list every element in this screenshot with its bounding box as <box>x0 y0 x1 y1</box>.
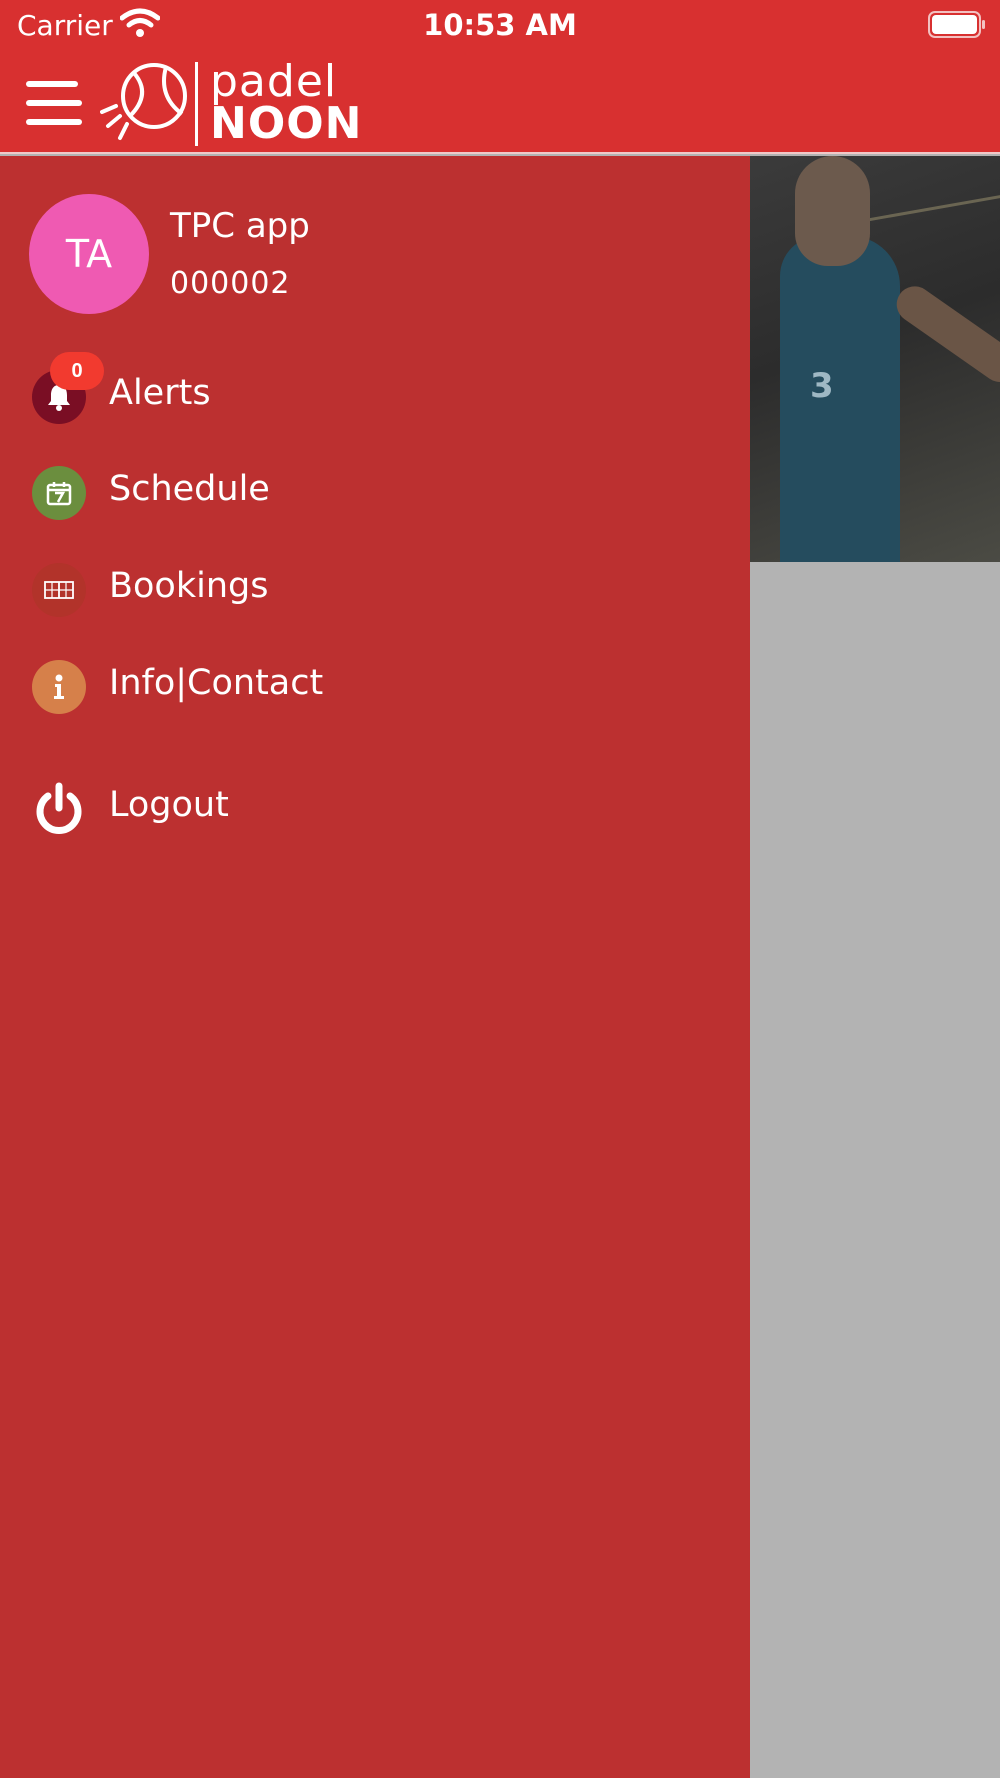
jersey-number: 3 <box>810 366 834 406</box>
padel-noon-logo: padel NOON <box>100 56 380 150</box>
menu-item-alerts[interactable]: 0 Alerts <box>0 352 750 437</box>
tennis-ball-icon <box>100 63 187 140</box>
calendar-icon <box>32 466 86 520</box>
alerts-count-badge: 0 <box>50 352 104 390</box>
menu-item-label: Alerts <box>109 373 211 413</box>
court-icon <box>32 563 86 617</box>
logo-divider <box>195 62 198 146</box>
avatar-initials: TA <box>65 232 113 276</box>
player-head <box>795 156 870 266</box>
side-drawer: TA TPC app 000002 0 Alerts Schedule Book… <box>0 156 750 1778</box>
avatar[interactable]: TA <box>29 194 149 314</box>
menu-line-icon <box>26 119 82 125</box>
status-time: 10:53 AM <box>423 8 577 42</box>
menu-item-bookings[interactable]: Bookings <box>0 550 750 630</box>
battery-icon <box>928 11 985 38</box>
menu-line-icon <box>26 81 78 87</box>
player-figure: 3 <box>780 236 900 562</box>
hamburger-menu-button[interactable] <box>26 81 86 125</box>
status-bar: Carrier 10:53 AM <box>0 0 1000 52</box>
menu-item-schedule[interactable]: Schedule <box>0 453 750 533</box>
profile-id: 000002 <box>170 266 291 301</box>
menu-item-info-contact[interactable]: Info|Contact <box>0 647 750 727</box>
menu-line-icon <box>26 100 82 106</box>
app-header: padel NOON <box>0 52 1000 154</box>
hero-image: 3 <box>750 156 1000 562</box>
logo-text-noon: NOON <box>210 98 363 149</box>
power-icon <box>32 782 86 836</box>
menu-item-label: Logout <box>109 785 229 825</box>
stadium-lights <box>867 194 1000 258</box>
player-arm <box>889 279 1000 390</box>
menu-item-label: Info|Contact <box>109 663 324 703</box>
info-icon <box>32 660 86 714</box>
menu-item-label: Bookings <box>109 566 269 606</box>
menu-item-logout[interactable]: Logout <box>0 769 750 849</box>
profile-name: TPC app <box>170 206 310 246</box>
menu-item-label: Schedule <box>109 469 270 509</box>
